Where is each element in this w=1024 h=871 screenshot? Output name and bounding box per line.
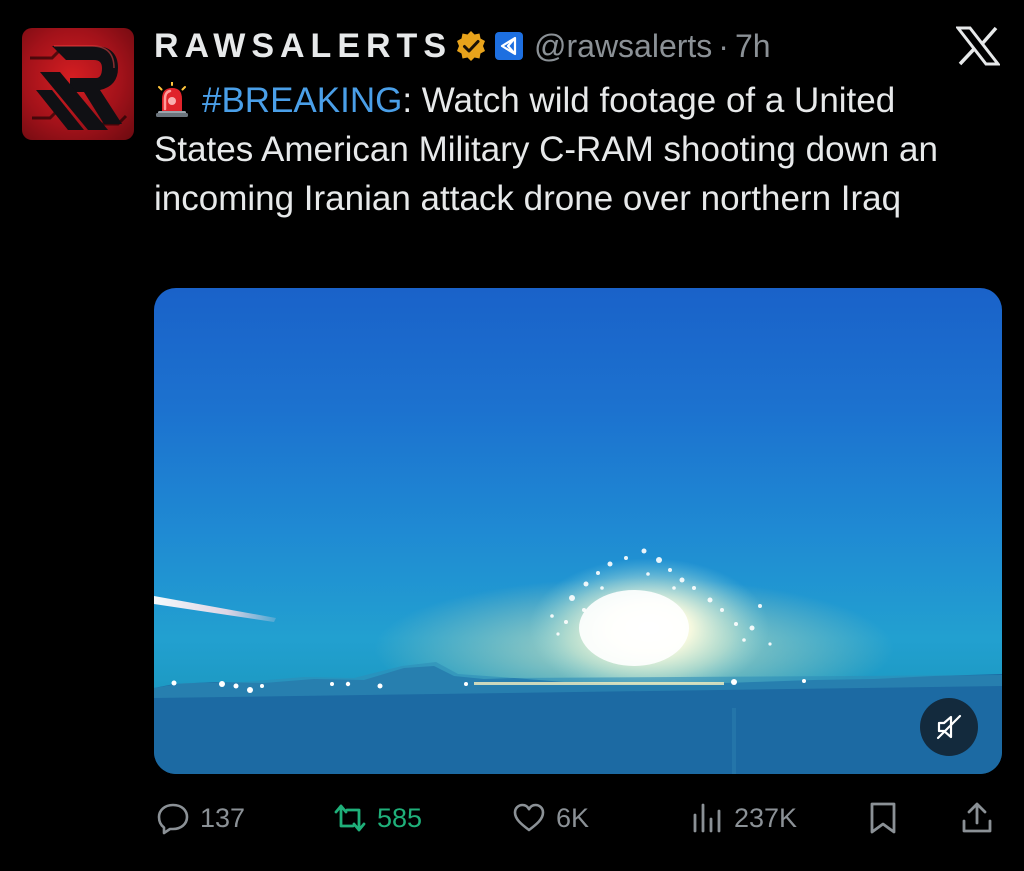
views-button[interactable]: 237K <box>690 795 797 841</box>
separator-dot: · <box>718 27 729 64</box>
author-display-name[interactable]: RAWSALERTS <box>154 27 452 66</box>
muted-speaker-icon <box>936 714 962 740</box>
share-button[interactable] <box>960 795 1004 841</box>
affiliation-badge-icon[interactable] <box>494 31 524 61</box>
views-count: 237K <box>734 802 798 833</box>
reply-button[interactable]: 137 <box>156 795 245 841</box>
retweet-icon <box>333 801 367 835</box>
tweet-action-bar: 137 585 6K 237K <box>0 795 1024 841</box>
retweet-button[interactable]: 585 <box>333 795 422 841</box>
bookmark-icon <box>866 801 900 835</box>
hashtag-breaking[interactable]: #BREAKING <box>202 81 402 120</box>
verified-badge-icon[interactable] <box>454 29 488 63</box>
siren-emoji-icon <box>154 82 190 118</box>
views-chart-icon <box>690 801 724 835</box>
like-button[interactable]: 6K <box>512 795 589 841</box>
x-logo-icon[interactable] <box>956 26 1000 66</box>
retweet-count: 585 <box>377 802 423 833</box>
like-count: 6K <box>556 802 590 833</box>
bookmark-button[interactable] <box>866 795 910 841</box>
tweet-timestamp[interactable]: 7h <box>735 28 771 65</box>
reply-count: 137 <box>200 802 246 833</box>
author-avatar[interactable] <box>22 28 134 140</box>
heart-icon <box>512 801 546 835</box>
video-frame <box>154 548 1002 774</box>
mute-toggle-button[interactable] <box>920 698 978 756</box>
author-handle[interactable]: @rawsalerts <box>534 28 712 65</box>
tweet-video[interactable] <box>154 288 1002 774</box>
raw-logo-icon <box>30 45 128 130</box>
tweet-header: RAWSALERTS @rawsalerts · 7h <box>154 22 771 70</box>
tweet-text: #BREAKING: Watch wild footage of a Unite… <box>154 76 984 223</box>
reply-icon <box>156 801 190 835</box>
share-icon <box>960 801 994 835</box>
